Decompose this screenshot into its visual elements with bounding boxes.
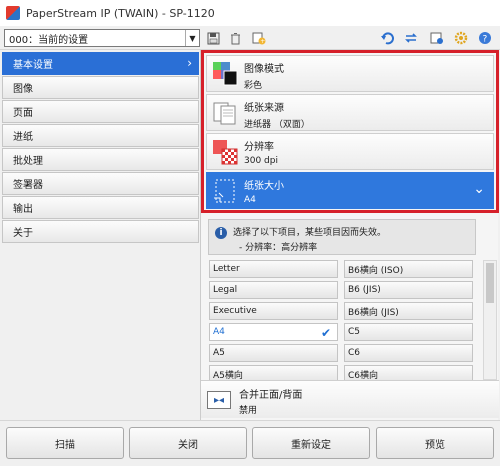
paper-size-option[interactable]: C6横向: [344, 365, 473, 380]
option-label: A5横向: [213, 370, 243, 381]
nav-item-feed[interactable]: 进纸: [2, 124, 199, 147]
paper-source-icon: [212, 100, 239, 126]
add-profile-icon[interactable]: +: [250, 29, 268, 47]
scrollbar-thumb[interactable]: [486, 263, 494, 303]
title-bar: PaperStream IP (TWAIN) - SP-1120: [0, 0, 500, 26]
setting-value: A4: [244, 195, 256, 205]
info-notice: i 选择了以下项目，某些项目因而失效。 - 分辨率：高分辨率: [208, 219, 476, 255]
option-label: B6 (JIS): [348, 285, 381, 295]
nav-item-basic-settings[interactable]: 基本设置 ›: [2, 52, 199, 75]
option-label: A4: [213, 327, 225, 337]
paper-size-option-selected[interactable]: A4 ✔: [209, 323, 338, 341]
nav-item-imprinter[interactable]: 签署器: [2, 172, 199, 195]
color-mode-icon: [212, 61, 239, 87]
option-label: Letter: [213, 264, 240, 274]
action-bar: 扫描 关闭 重新设定 预览: [0, 420, 500, 466]
paper-size-option[interactable]: A5: [209, 344, 338, 362]
nav-item-image[interactable]: 图像: [2, 76, 199, 99]
left-nav: 基本设置 › 图像 页面 进纸 批处理 签署器 输出 关于: [2, 52, 199, 418]
nav-item-label: 输出: [13, 204, 33, 215]
profile-select-value: 000：当前的设置: [9, 34, 89, 46]
settings-panel: 图像模式 彩色 纸张来源 进纸器 （双面） 分辨率 300 dpi 纸张大小 A…: [200, 50, 499, 420]
setting-merge-front-back[interactable]: ▸◂ 合并正面/背面 禁用: [201, 380, 499, 418]
setting-label: 纸张来源: [244, 103, 284, 114]
setting-resolution[interactable]: 分辨率 300 dpi: [206, 133, 494, 170]
window-title: PaperStream IP (TWAIN) - SP-1120: [26, 6, 215, 20]
setting-label: 图像模式: [244, 64, 284, 75]
paper-size-option[interactable]: B6 (JIS): [344, 281, 473, 299]
nav-item-output[interactable]: 输出: [2, 196, 199, 219]
info-line-1: 选择了以下项目，某些项目因而失效。: [233, 228, 387, 238]
app-logo-icon: [6, 6, 20, 20]
svg-text:+: +: [260, 38, 265, 45]
nav-item-label: 签署器: [13, 180, 43, 191]
setting-paper-size[interactable]: 纸张大小 A4 ⌄: [206, 172, 494, 209]
option-label: B6横向 (JIS): [348, 307, 399, 318]
paper-size-option[interactable]: B6横向 (JIS): [344, 302, 473, 320]
preview-button[interactable]: 预览: [376, 427, 494, 459]
paper-size-option[interactable]: Legal: [209, 281, 338, 299]
setting-paper-source[interactable]: 纸张来源 进纸器 （双面）: [206, 94, 494, 131]
svg-text:?: ?: [483, 35, 488, 45]
nav-item-label: 基本设置: [13, 60, 53, 71]
nav-item-about[interactable]: 关于: [2, 220, 199, 243]
chevron-right-icon: ›: [187, 56, 192, 70]
setting-image-mode[interactable]: 图像模式 彩色: [206, 55, 494, 92]
paper-size-option[interactable]: Letter: [209, 260, 338, 278]
scanner-info-icon[interactable]: [428, 29, 446, 47]
delete-icon[interactable]: [226, 29, 244, 47]
paper-size-list: Letter B6横向 (ISO) Legal B6 (JIS) Executi…: [209, 260, 477, 380]
chevron-down-icon[interactable]: ▼: [185, 30, 199, 46]
setting-label: 分辨率: [244, 142, 274, 153]
setting-value: 彩色: [244, 81, 263, 91]
nav-item-page[interactable]: 页面: [2, 100, 199, 123]
close-button[interactable]: 关闭: [129, 427, 247, 459]
paper-size-scrollbar[interactable]: [483, 260, 497, 380]
nav-item-batch[interactable]: 批处理: [2, 148, 199, 171]
nav-item-label: 进纸: [13, 132, 33, 143]
nav-item-label: 页面: [13, 108, 33, 119]
info-icon: i: [215, 227, 227, 239]
reset-button[interactable]: 重新设定: [252, 427, 370, 459]
option-label: Executive: [213, 306, 257, 316]
setting-value: 进纸器 （双面）: [244, 120, 310, 130]
checkmark-icon: ✔: [320, 326, 331, 340]
option-label: B6横向 (ISO): [348, 265, 404, 276]
option-label: C6横向: [348, 370, 379, 381]
settings-icon[interactable]: [452, 29, 470, 47]
merge-icon: ▸◂: [207, 391, 231, 409]
setting-label: 纸张大小: [244, 181, 284, 192]
option-label: C6: [348, 348, 361, 358]
nav-item-label: 关于: [13, 228, 33, 239]
undo-icon[interactable]: [378, 29, 396, 47]
help-icon[interactable]: ?: [476, 29, 494, 47]
swap-icon[interactable]: [402, 29, 420, 47]
save-icon[interactable]: [204, 29, 222, 47]
resolution-icon: [212, 139, 239, 165]
info-line-2: - 分辨率：高分辨率: [239, 243, 318, 253]
key-settings-group: 图像模式 彩色 纸张来源 进纸器 （双面） 分辨率 300 dpi 纸张大小 A…: [201, 50, 499, 213]
setting-label: 合并正面/背面: [239, 390, 303, 401]
paper-size-option[interactable]: C5: [344, 323, 473, 341]
paper-size-option[interactable]: C6: [344, 344, 473, 362]
profile-select[interactable]: 000：当前的设置 ▼: [4, 29, 200, 47]
setting-value: 300 dpi: [244, 156, 278, 166]
setting-value: 禁用: [239, 406, 258, 416]
nav-item-label: 批处理: [13, 156, 43, 167]
nav-item-label: 图像: [13, 84, 33, 95]
option-label: C5: [348, 327, 361, 337]
paper-size-option[interactable]: A5横向: [209, 365, 338, 380]
paper-size-icon: [212, 178, 239, 204]
scan-button[interactable]: 扫描: [6, 427, 124, 459]
option-label: A5: [213, 348, 225, 358]
option-label: Legal: [213, 285, 238, 295]
paper-size-option[interactable]: Executive: [209, 302, 338, 320]
chevron-down-icon: ⌄: [473, 181, 485, 197]
paper-size-option[interactable]: B6横向 (ISO): [344, 260, 473, 278]
toolbar: 000：当前的设置 ▼ + ?: [0, 26, 500, 50]
